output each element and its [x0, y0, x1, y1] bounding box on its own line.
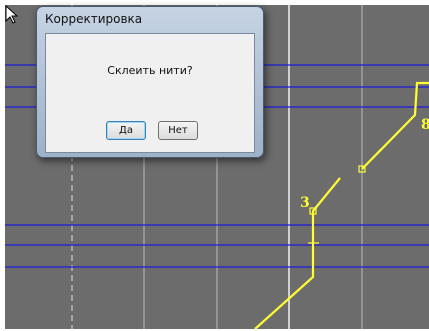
- dialog-title: Корректировка: [45, 12, 143, 26]
- marker-label-3: 3: [300, 195, 310, 211]
- confirm-dialog: Корректировка Склеить нити? Да Нет: [36, 6, 264, 158]
- marker-label-8: 8: [421, 117, 429, 133]
- yes-button[interactable]: Да: [106, 121, 146, 140]
- thread-upper[interactable]: [361, 81, 429, 170]
- thread-lower[interactable]: [254, 177, 341, 329]
- dialog-body: Склеить нити? Да Нет: [45, 33, 255, 153]
- mouse-cursor-icon: [5, 5, 19, 24]
- dialog-message: Склеить нити?: [107, 64, 193, 77]
- no-button[interactable]: Нет: [158, 121, 198, 140]
